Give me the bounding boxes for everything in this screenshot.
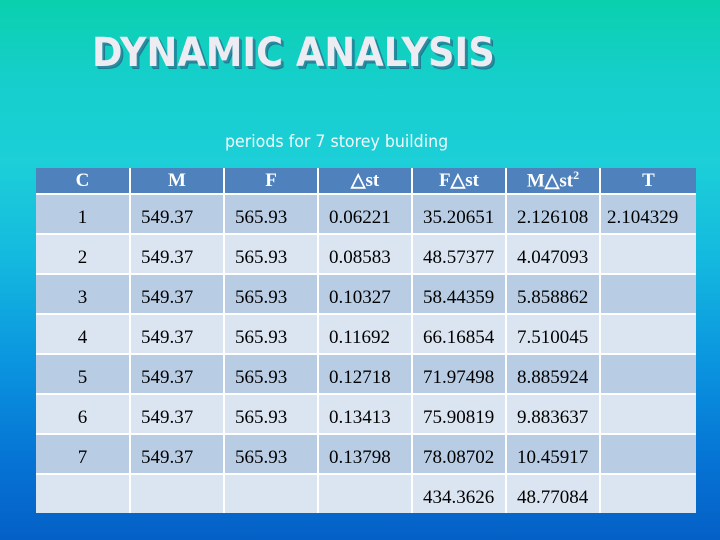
cell-f-delta-st: 71.97498: [411, 353, 507, 395]
column-header-delta-st: △st: [317, 168, 413, 195]
cell-delta-st: 0.08583: [317, 233, 413, 275]
column-header-m: M: [129, 168, 225, 195]
cell-f-delta-st: 48.57377: [411, 233, 507, 275]
column-header-c: C: [36, 168, 131, 195]
table-row: 3 549.37 565.93 0.10327 58.44359 5.858862: [36, 273, 696, 315]
column-header-t: T: [599, 168, 696, 195]
cell-f-delta-st: 75.90819: [411, 393, 507, 435]
column-header-m-delta-st-squared: M△st2: [505, 168, 601, 195]
cell-m-delta-st-squared: 10.45917: [505, 433, 601, 475]
table-row: 2 549.37 565.93 0.08583 48.57377 4.047093: [36, 233, 696, 275]
column-header-f-delta-st: F△st: [411, 168, 507, 195]
cell-f: 565.93: [223, 313, 319, 355]
cell-m-delta-st-squared: 7.510045: [505, 313, 601, 355]
table-header-row: C M F △st F△st M△st2 T: [36, 168, 696, 195]
cell-t: [599, 433, 696, 475]
cell-delta-st: 0.13413: [317, 393, 413, 435]
cell-f: 565.93: [223, 433, 319, 475]
cell-m: 549.37: [129, 353, 225, 395]
cell-c: 2: [36, 233, 131, 275]
table-row: 4 549.37 565.93 0.11692 66.16854 7.510045: [36, 313, 696, 355]
cell-f-delta-st: 35.20651: [411, 193, 507, 235]
cell-f: 565.93: [223, 393, 319, 435]
cell-c: 7: [36, 433, 131, 475]
column-header-f: F: [223, 168, 319, 195]
total-cell-delta-st: [317, 473, 413, 513]
cell-c: 3: [36, 273, 131, 315]
cell-delta-st: 0.13798: [317, 433, 413, 475]
cell-f-delta-st: 78.08702: [411, 433, 507, 475]
header-base-text: M△st: [526, 170, 574, 192]
cell-m-delta-st-squared: 5.858862: [505, 273, 601, 315]
total-cell-m: [129, 473, 225, 513]
cell-delta-st: 0.12718: [317, 353, 413, 395]
cell-f-delta-st: 66.16854: [411, 313, 507, 355]
table-row: 5 549.37 565.93 0.12718 71.97498 8.885924: [36, 353, 696, 395]
table-row: 7 549.37 565.93 0.13798 78.08702 10.45917: [36, 433, 696, 475]
cell-t: [599, 313, 696, 355]
cell-delta-st: 0.06221: [317, 193, 413, 235]
cell-delta-st: 0.10327: [317, 273, 413, 315]
cell-m-delta-st-squared: 8.885924: [505, 353, 601, 395]
cell-m-delta-st-squared: 9.883637: [505, 393, 601, 435]
dynamic-analysis-table: C M F △st F△st M△st2 T 1 549.37 565.93 0.06…: [36, 168, 696, 513]
cell-m: 549.37: [129, 433, 225, 475]
cell-t: 2.104329: [599, 193, 696, 235]
slide-title: DYNAMIC ANALYSIS: [92, 30, 495, 76]
total-cell-f: [223, 473, 319, 513]
total-cell-t: [599, 473, 696, 513]
cell-c: 4: [36, 313, 131, 355]
cell-t: [599, 393, 696, 435]
cell-m-delta-st-squared: 2.126108: [505, 193, 601, 235]
cell-delta-st: 0.11692: [317, 313, 413, 355]
header-superscript: 2: [573, 168, 580, 183]
cell-m: 549.37: [129, 313, 225, 355]
cell-t: [599, 353, 696, 395]
table-row: 6 549.37 565.93 0.13413 75.90819 9.883637: [36, 393, 696, 435]
total-cell-f-delta-st: 434.3626: [411, 473, 507, 513]
cell-c: 5: [36, 353, 131, 395]
cell-f-delta-st: 58.44359: [411, 273, 507, 315]
cell-f: 565.93: [223, 353, 319, 395]
total-cell-m-delta-st-squared: 48.77084: [505, 473, 601, 513]
cell-m-delta-st-squared: 4.047093: [505, 233, 601, 275]
cell-m: 549.37: [129, 393, 225, 435]
table-caption: periods for 7 storey building: [225, 132, 449, 152]
cell-m: 549.37: [129, 193, 225, 235]
cell-c: 6: [36, 393, 131, 435]
cell-f: 565.93: [223, 193, 319, 235]
cell-t: [599, 233, 696, 275]
table-row: 1 549.37 565.93 0.06221 35.20651 2.126108 2.10…: [36, 193, 696, 235]
cell-f: 565.93: [223, 273, 319, 315]
cell-m: 549.37: [129, 273, 225, 315]
cell-m: 549.37: [129, 233, 225, 275]
total-cell-c: [36, 473, 131, 513]
cell-t: [599, 273, 696, 315]
cell-f: 565.93: [223, 233, 319, 275]
cell-c: 1: [36, 193, 131, 235]
totals-row: 434.3626 48.77084: [36, 473, 696, 513]
